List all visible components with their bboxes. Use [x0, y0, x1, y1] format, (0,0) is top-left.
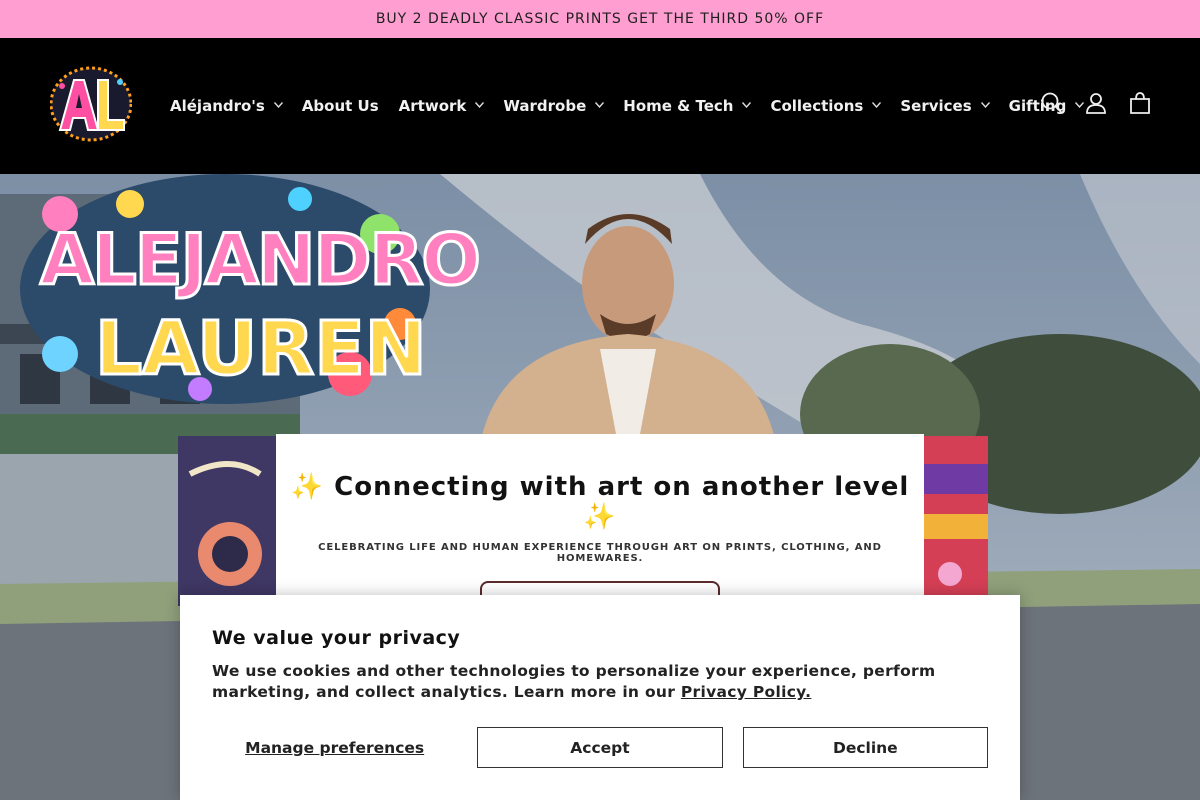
main-nav: Aléjandro's About Us Artwork Wardrobe Ho… — [160, 38, 1093, 174]
chevron-down-icon — [872, 102, 882, 110]
privacy-policy-link[interactable]: Privacy Policy. — [681, 683, 811, 701]
nav-label: Aléjandro's — [170, 97, 265, 115]
chevron-down-icon — [980, 102, 990, 110]
svg-text:LAUREN: LAUREN — [95, 306, 427, 392]
nav-item-services[interactable]: Services — [890, 86, 998, 126]
privacy-title: We value your privacy — [212, 627, 461, 649]
site-header: Aléjandro's About Us Artwork Wardrobe Ho… — [0, 38, 1200, 174]
privacy-body: We use cookies and other technologies to… — [212, 661, 988, 703]
chevron-down-icon — [742, 102, 752, 110]
nav-item-about-us[interactable]: About Us — [292, 86, 389, 126]
nav-label: Artwork — [398, 97, 467, 115]
hero-subtitle: CELEBRATING LIFE AND HUMAN EXPERIENCE TH… — [318, 542, 882, 564]
account-icon[interactable] — [1083, 90, 1109, 116]
chevron-down-icon — [475, 102, 485, 110]
privacy-body-text: We use cookies and other technologies to… — [212, 662, 936, 701]
privacy-actions: Manage preferences Accept Decline — [212, 727, 989, 768]
manage-preferences-button[interactable]: Manage preferences — [212, 727, 458, 768]
announcement-bar: BUY 2 DEADLY CLASSIC PRINTS GET THE THIR… — [0, 0, 1200, 38]
nav-label: Home & Tech — [623, 97, 734, 115]
nav-item-artwork[interactable]: Artwork — [389, 86, 494, 126]
nav-label: Services — [900, 97, 972, 115]
nav-item-home-tech[interactable]: Home & Tech — [613, 86, 760, 126]
nav-label: Collections — [770, 97, 864, 115]
chevron-down-icon — [273, 102, 283, 110]
site-logo[interactable] — [49, 66, 133, 142]
accept-button[interactable]: Accept — [477, 727, 723, 768]
search-icon[interactable] — [1039, 90, 1065, 116]
nav-item-collections[interactable]: Collections — [760, 86, 890, 126]
nav-label: About Us — [301, 97, 379, 115]
announcement-text: BUY 2 DEADLY CLASSIC PRINTS GET THE THIR… — [375, 11, 825, 27]
chevron-down-icon — [595, 102, 605, 110]
nav-item-alejandros[interactable]: Aléjandro's — [160, 86, 292, 126]
nav-label: Wardrobe — [503, 97, 587, 115]
nav-item-wardrobe[interactable]: Wardrobe — [493, 86, 613, 126]
manage-preferences-label: Manage preferences — [245, 738, 425, 757]
hero-title: ✨ Connecting with art on another level ✨ — [290, 472, 910, 532]
privacy-banner: We value your privacy We use cookies and… — [180, 595, 1020, 800]
svg-text:ALEJANDRO: ALEJANDRO — [40, 219, 479, 301]
cart-icon[interactable] — [1127, 90, 1153, 116]
decline-button[interactable]: Decline — [742, 727, 989, 768]
